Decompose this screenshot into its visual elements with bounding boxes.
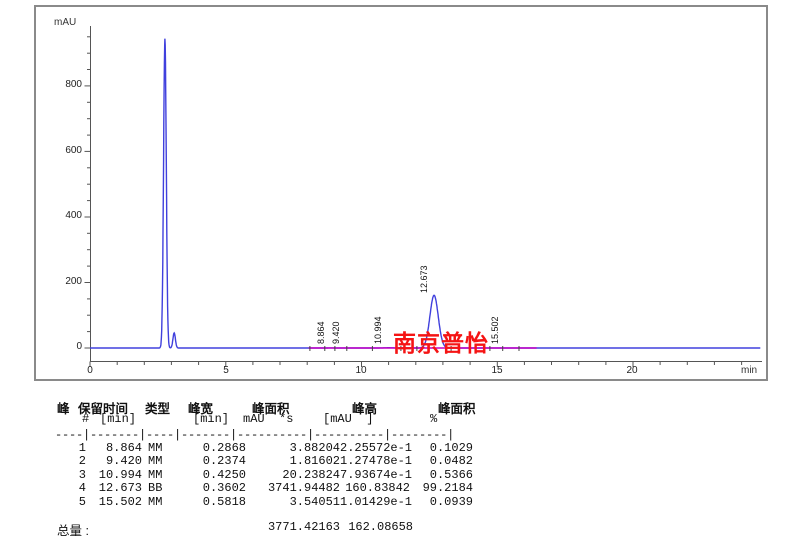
cell-height: 1.27478e-1 xyxy=(340,455,410,468)
cell-rt: 12.673 xyxy=(86,482,142,495)
cell-width: 0.3602 xyxy=(176,482,246,495)
cell-peak-number: 3 xyxy=(30,469,86,482)
cell-type: MM xyxy=(142,442,176,455)
cell-area: 20.23824 xyxy=(246,469,340,482)
cell-height: 160.83842 xyxy=(340,482,410,495)
y-tick-label-800: 800 xyxy=(50,79,82,91)
table-separator: ----|-------|----|-------|----------|---… xyxy=(55,428,454,442)
y-tick-label-400: 400 xyxy=(50,210,82,222)
unit-peak-number: # xyxy=(82,412,89,426)
unit-height-mau: [mAU ] xyxy=(323,412,373,426)
cell-area: 3.88204 xyxy=(246,442,340,455)
table-row: 1 8.864 MM 0.2868 3.88204 2.25572e-1 0.1… xyxy=(30,442,787,455)
x-tick-label-20: 20 xyxy=(617,365,647,377)
cell-area: 3741.94482 xyxy=(246,482,340,495)
y-tick-label-600: 600 xyxy=(50,145,82,157)
cell-rt: 8.864 xyxy=(86,442,142,455)
cell-area-pct: 99.2184 xyxy=(410,482,473,495)
cell-type: MM xyxy=(142,496,176,509)
unit-rt-min: [min] xyxy=(100,412,136,426)
totals-row: 总量 : 3771.42163 162.08658 xyxy=(0,520,787,536)
peak-rt-label: 10.994 xyxy=(373,316,383,344)
watermark-text: 南京普怡 xyxy=(393,324,489,358)
cell-peak-number: 1 xyxy=(30,442,86,455)
cell-area-pct: 0.1029 xyxy=(410,442,473,455)
table-row: 3 10.994 MM 0.4250 20.23824 7.93674e-1 0… xyxy=(30,469,787,482)
x-tick-label-15: 15 xyxy=(482,365,512,377)
cell-type: MM xyxy=(142,455,176,468)
cell-height: 1.01429e-1 xyxy=(340,496,410,509)
totals-label: 总量 : xyxy=(57,520,89,539)
cell-area: 1.81602 xyxy=(246,455,340,468)
cell-peak-number: 5 xyxy=(30,496,86,509)
cell-area: 3.54051 xyxy=(246,496,340,509)
table-row: 5 15.502 MM 0.5818 3.54051 1.01429e-1 0.… xyxy=(30,496,787,509)
cell-type: MM xyxy=(142,469,176,482)
cell-type: BB xyxy=(142,482,176,495)
cell-area-pct: 0.0482 xyxy=(410,455,473,468)
y-axis-unit-label: mAU xyxy=(54,17,76,28)
table-row: 4 12.673 BB 0.3602 3741.94482 160.83842 … xyxy=(30,482,787,495)
peak-rt-label: 12.673 xyxy=(419,265,429,293)
axes-lines xyxy=(91,26,763,362)
cell-area-pct: 0.5366 xyxy=(410,469,473,482)
x-axis-unit-label: min xyxy=(741,365,757,376)
cell-peak-number: 2 xyxy=(30,455,86,468)
cell-rt: 15.502 xyxy=(86,496,142,509)
cell-rt: 10.994 xyxy=(86,469,142,482)
signal-trace xyxy=(90,39,760,348)
table-row: 2 9.420 MM 0.2374 1.81602 1.27478e-1 0.0… xyxy=(30,455,787,468)
cell-width: 0.2868 xyxy=(176,442,246,455)
col-header-type: 类型 xyxy=(145,398,170,417)
cell-height: 7.93674e-1 xyxy=(340,469,410,482)
cell-width: 0.2374 xyxy=(176,455,246,468)
x-tick-label-5: 5 xyxy=(211,365,241,377)
y-tick-label-0: 0 xyxy=(50,341,82,353)
y-tick-label-200: 200 xyxy=(50,276,82,288)
unit-area-pct: % xyxy=(430,412,437,426)
cell-width: 0.4250 xyxy=(176,469,246,482)
cell-area-pct: 0.0939 xyxy=(410,496,473,509)
cell-rt: 9.420 xyxy=(86,455,142,468)
col-header-peak: 峰 xyxy=(57,398,70,417)
cell-width: 0.5818 xyxy=(176,496,246,509)
peak-rt-label: 8.864 xyxy=(316,321,326,344)
unit-area-mau-s: mAU *s xyxy=(243,412,293,426)
total-area-value: 3771.42163 xyxy=(240,520,340,534)
table-body: 1 8.864 MM 0.2868 3.88204 2.25572e-1 0.1… xyxy=(0,442,787,509)
x-tick-label-0: 0 xyxy=(75,365,105,377)
unit-width-min: [min] xyxy=(193,412,229,426)
col-header-area-pct: 峰面积 xyxy=(438,398,476,417)
x-tick-label-10: 10 xyxy=(346,365,376,377)
total-height-value: 162.08658 xyxy=(333,520,413,534)
cell-height: 2.25572e-1 xyxy=(340,442,410,455)
peak-rt-label: 15.502 xyxy=(490,316,500,344)
cell-peak-number: 4 xyxy=(30,482,86,495)
peak-rt-label: 9.420 xyxy=(331,321,341,344)
